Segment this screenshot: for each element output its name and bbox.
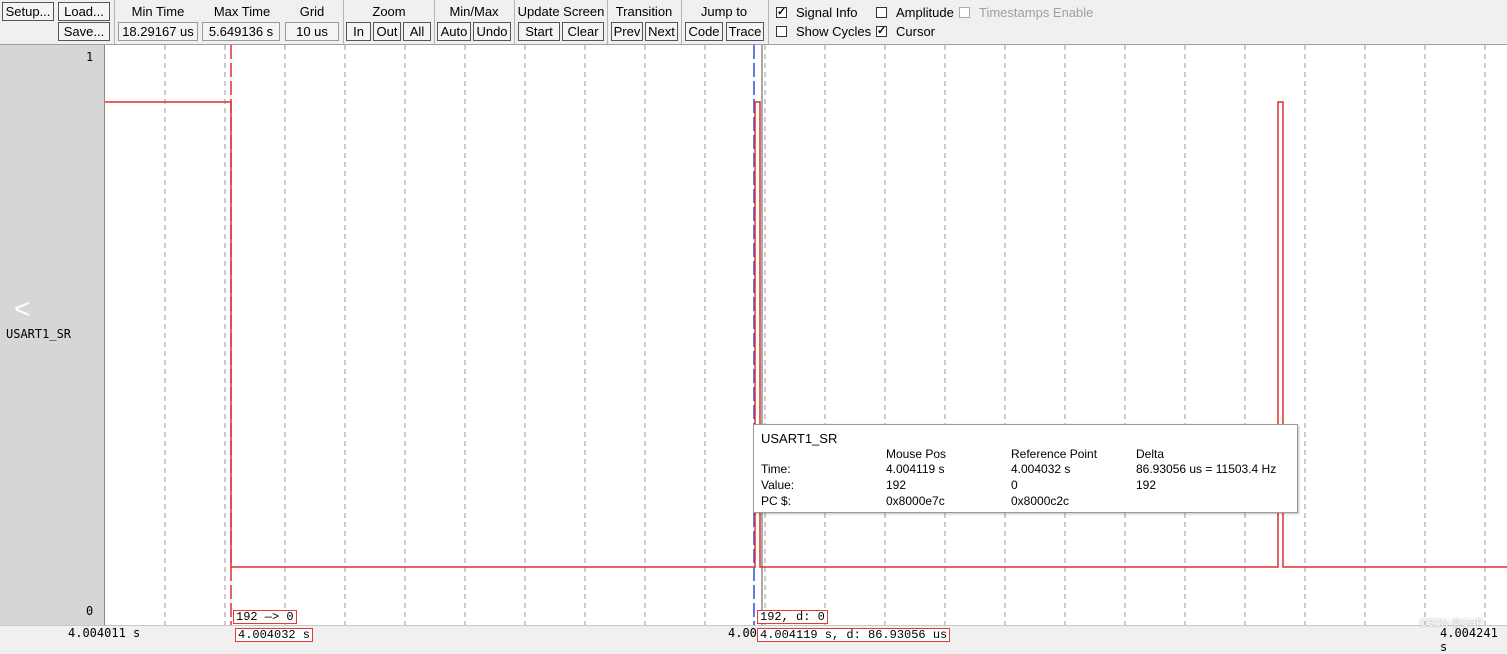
waveform-canvas[interactable]	[105, 45, 1507, 625]
show-cycles-checkbox[interactable]	[776, 26, 787, 37]
grid-value: 10 us	[285, 22, 339, 41]
min-time-value: 18.29167 us	[118, 22, 198, 41]
amplitude-checkbox[interactable]	[876, 7, 887, 18]
timestamps-enable-label: Timestamps Enable	[979, 5, 1094, 20]
y-max-label: 1	[86, 50, 94, 64]
waveform-plot[interactable]: 1 0 192 —> 0 192, d: 0	[86, 45, 1507, 625]
info-row-label: PC $:	[761, 494, 792, 508]
info-header-reference-point: Reference Point	[1011, 447, 1098, 461]
time-axis-mid: 4.00	[728, 626, 757, 640]
amplitude-label: Amplitude	[896, 5, 954, 20]
separator	[768, 0, 769, 44]
separator	[434, 0, 435, 44]
max-time-value: 5.649136 s	[202, 22, 280, 41]
transition-prev-button[interactable]: Prev	[611, 22, 643, 41]
jump-trace-button[interactable]: Trace	[726, 22, 764, 41]
zoom-in-button[interactable]: In	[346, 22, 371, 41]
signal-info-checkbox[interactable]: ✓	[776, 7, 787, 18]
jump-to-label: Jump to	[700, 4, 748, 19]
cursor-label: Cursor	[896, 24, 936, 39]
load-button[interactable]: Load...	[58, 2, 110, 21]
transition-label: Transition	[615, 4, 673, 19]
separator	[343, 0, 344, 44]
info-title: USART1_SR	[761, 431, 838, 446]
y-min-label: 0	[86, 604, 94, 618]
watermark: CSDN @GHP	[1420, 618, 1483, 629]
zoom-all-button[interactable]: All	[403, 22, 431, 41]
cursor-time-box: 4.004032 s	[235, 628, 314, 642]
signal-info-label: Signal Info	[796, 5, 858, 20]
minmax-label: Min/Max	[449, 4, 499, 19]
separator	[681, 0, 682, 44]
toolbar: Setup... Load... Save... Min Time 18.291…	[0, 0, 1507, 45]
cursor-checkbox[interactable]: ✓	[876, 26, 887, 37]
mouse-value-box: 192, d: 0	[757, 610, 828, 624]
update-clear-button[interactable]: Clear	[562, 22, 604, 41]
separator	[607, 0, 608, 44]
time-axis-right: 4.004241 s	[1440, 626, 1498, 654]
signal-name-panel: < USART1_SR	[0, 45, 105, 625]
info-row-label: Time:	[761, 462, 791, 476]
info-time-ref: 4.004032 s	[1011, 462, 1071, 476]
time-axis: 4.004011 s 4.00 4.004241 s 4.004032 s 4.…	[0, 618, 1507, 654]
grid-lines	[164, 45, 1486, 625]
save-button[interactable]: Save...	[58, 22, 110, 41]
time-axis-left: 4.004011 s	[68, 626, 141, 640]
info-time-delta: 86.93056 us = 11503.4 Hz	[1136, 462, 1277, 476]
transition-next-button[interactable]: Next	[645, 22, 678, 41]
info-header-mouse-pos: Mouse Pos	[886, 447, 947, 461]
info-row-label: Value:	[761, 478, 795, 492]
info-time-mouse: 4.004119 s	[886, 462, 945, 476]
update-screen-label: Update Screen	[517, 4, 605, 19]
separator	[514, 0, 515, 44]
minmax-auto-button[interactable]: Auto	[437, 22, 471, 41]
min-time-label: Min Time	[131, 4, 185, 19]
back-arrow-icon[interactable]: <	[14, 295, 30, 323]
info-value-mouse: 192	[886, 478, 907, 492]
info-pc-mouse: 0x8000e7c	[886, 494, 945, 508]
signal-info-popup: USART1_SR Mouse Pos Reference Point Delt…	[753, 424, 1298, 513]
grid-label: Grid	[299, 4, 325, 19]
signal-name[interactable]: USART1_SR	[6, 327, 71, 341]
mouse-time-box: 4.004119 s, d: 86.93056 us	[757, 628, 951, 642]
timestamps-enable-checkbox	[959, 7, 970, 18]
show-cycles-label: Show Cycles	[796, 24, 872, 39]
max-time-label: Max Time	[213, 4, 271, 19]
info-pc-ref: 0x8000c2c	[1011, 494, 1070, 508]
zoom-out-button[interactable]: Out	[373, 22, 401, 41]
info-value-delta: 192	[1136, 478, 1157, 492]
zoom-label: Zoom	[372, 4, 406, 19]
minmax-undo-button[interactable]: Undo	[473, 22, 511, 41]
update-start-button[interactable]: Start	[518, 22, 560, 41]
jump-code-button[interactable]: Code	[685, 22, 723, 41]
separator	[114, 0, 115, 44]
info-value-ref: 0	[1011, 478, 1018, 492]
cursor-value-box: 192 —> 0	[233, 610, 297, 624]
setup-button[interactable]: Setup...	[2, 2, 54, 21]
info-header-delta: Delta	[1136, 447, 1165, 461]
